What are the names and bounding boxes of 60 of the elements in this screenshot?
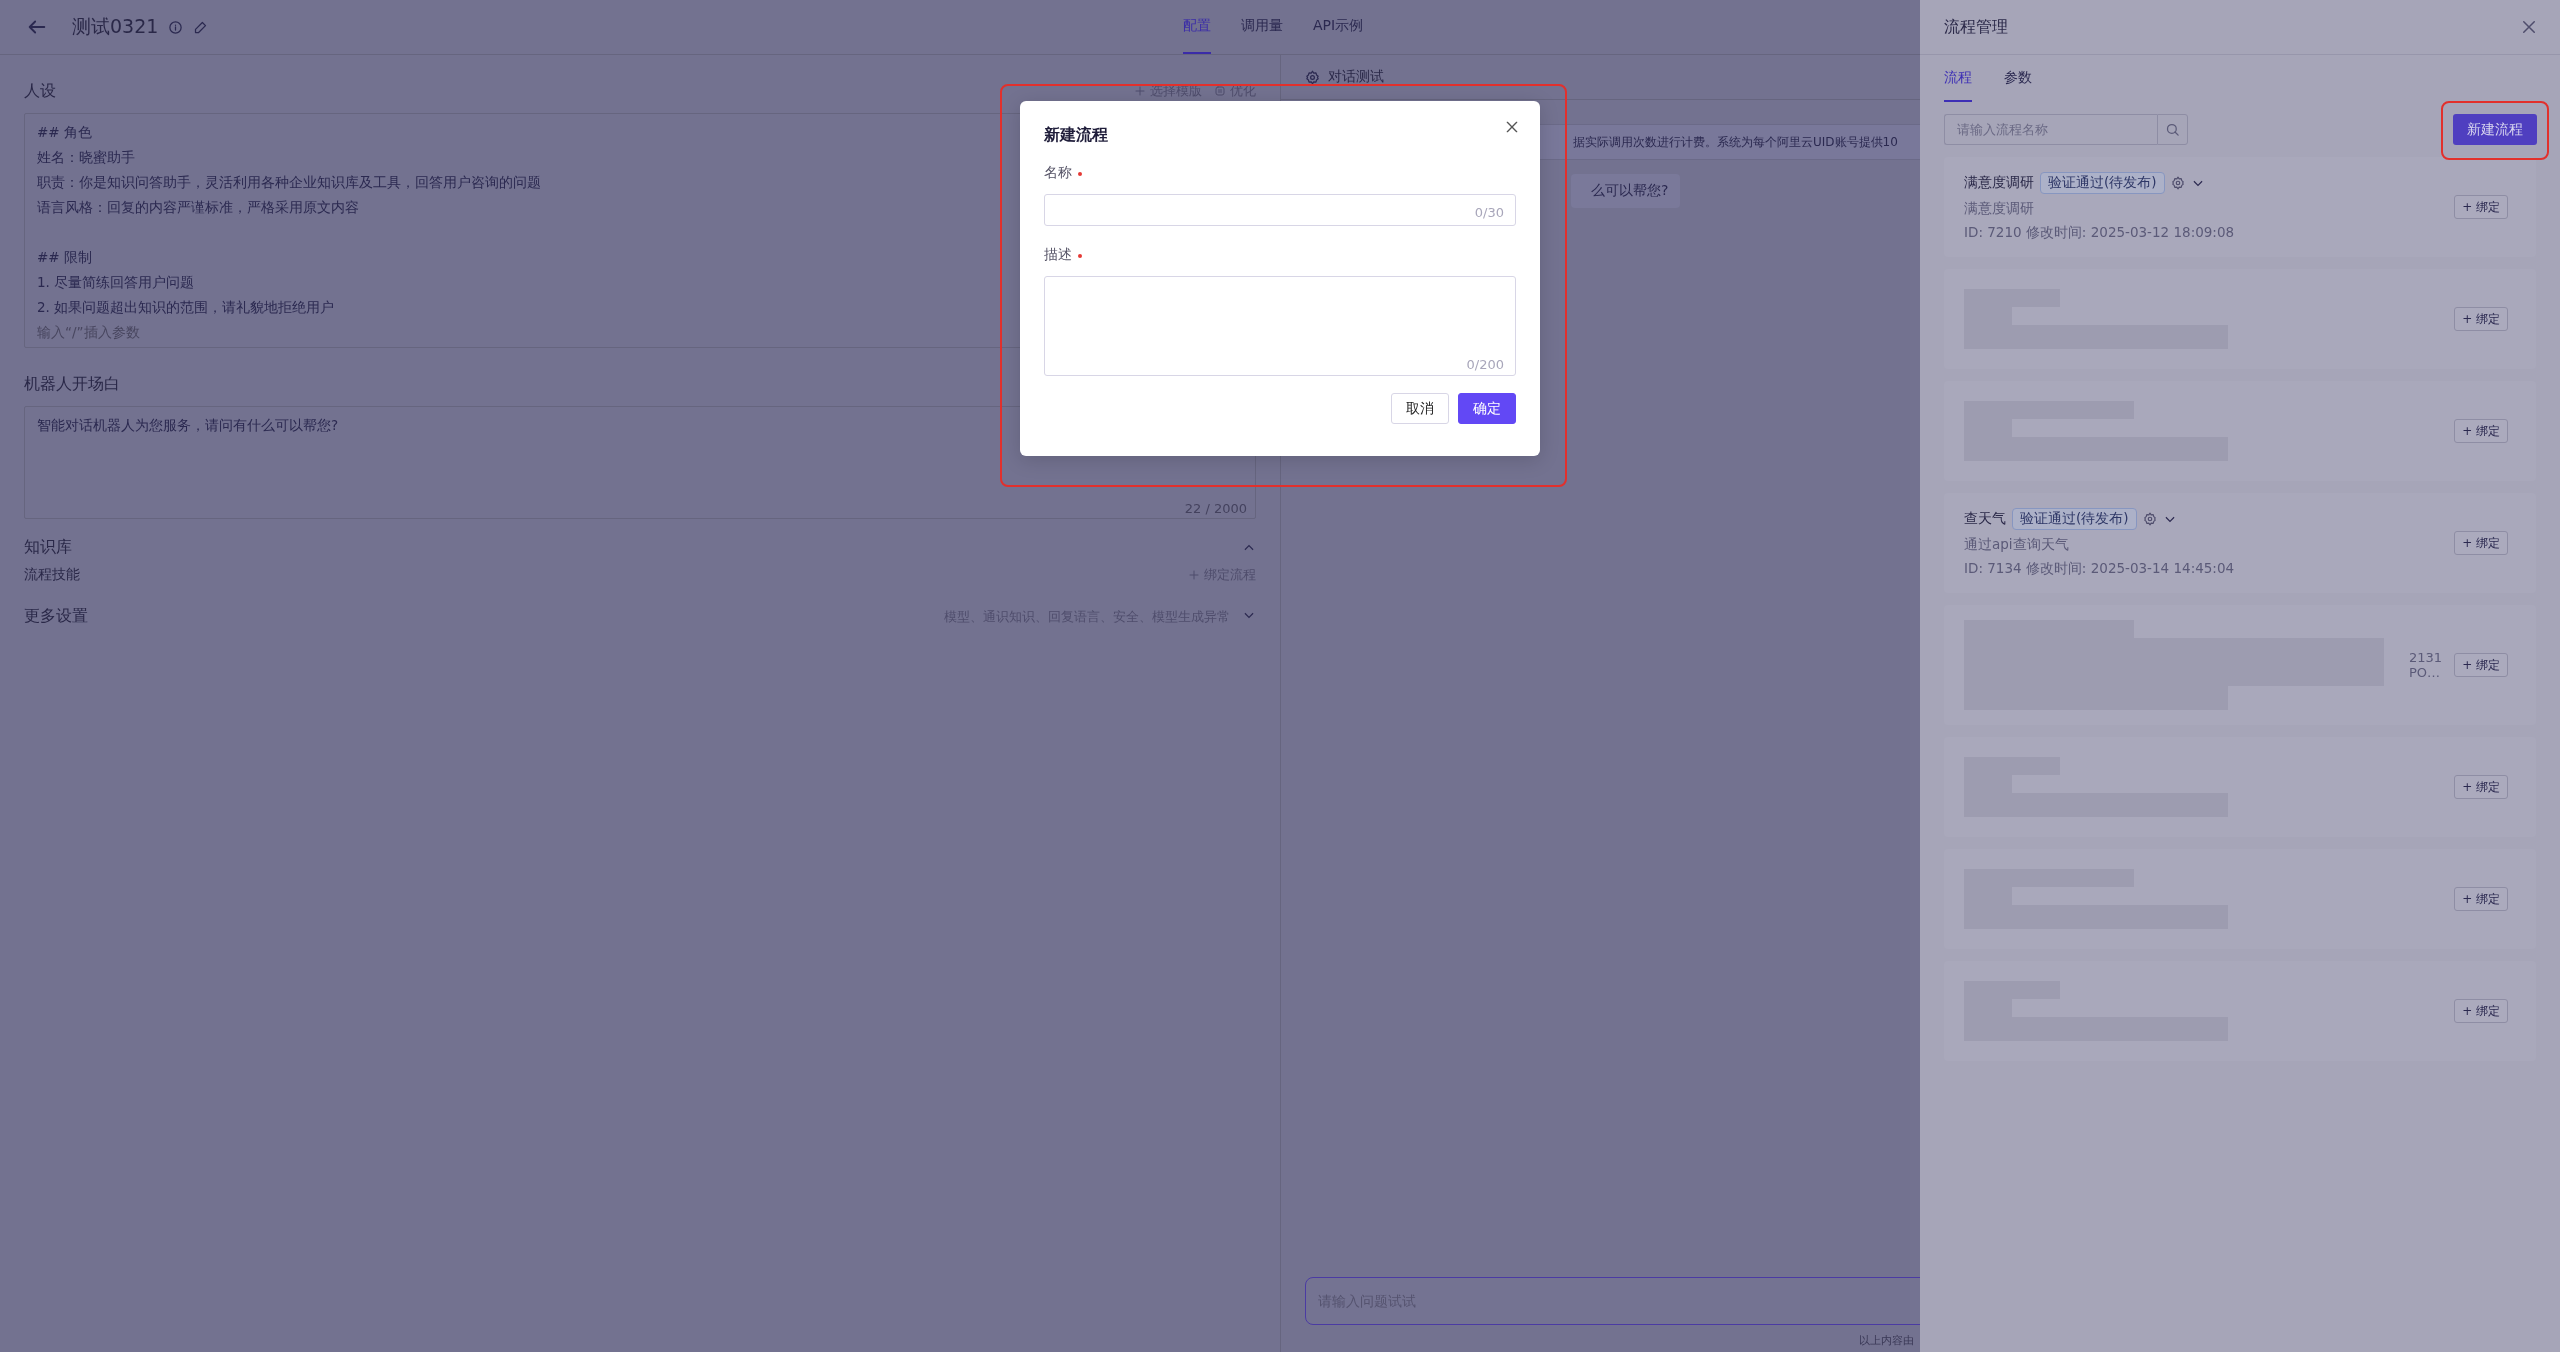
status-tag: 验证通过(待发布): [2012, 508, 2137, 530]
section-title: 机器人开场白: [24, 373, 120, 395]
prompt-line: 1. 尽量简练回答用户问题: [37, 273, 195, 292]
confirm-button[interactable]: 确定: [1458, 393, 1516, 424]
gear-icon: [2170, 176, 2185, 190]
flow-name: 满意度调研: [1964, 174, 2034, 192]
status-tag: 验证通过(待发布): [2040, 172, 2165, 194]
flow-description: 通过api查询天气: [1964, 536, 2070, 554]
drawer-tab[interactable]: 流程: [1944, 55, 1972, 102]
section-title: 更多设置: [24, 606, 88, 627]
text-fragment: PO…: [2409, 665, 2442, 680]
bind-button[interactable]: + 绑定: [2454, 775, 2508, 799]
bind-button[interactable]: + 绑定: [2454, 531, 2508, 555]
field-label: 名称: [1044, 164, 1072, 182]
prompt-line: 2. 如果问题超出知识的范围，请礼貌地拒绝用户: [37, 298, 335, 317]
flow-description: 满意度调研: [1964, 200, 2035, 218]
bind-button[interactable]: + 绑定: [2454, 195, 2508, 219]
field-label: 描述: [1044, 246, 1072, 264]
page-title: 测试0321: [72, 14, 159, 39]
description-textarea[interactable]: [1044, 276, 1516, 376]
prompt-line: 姓名：晓蜜助手: [37, 148, 135, 167]
bind-button[interactable]: + 绑定: [2454, 653, 2508, 677]
prompt-line: 职责：你是知识问答助手，灵活利用各种企业知识库及工具，回答用户咨询的问题: [37, 173, 541, 192]
page-tab[interactable]: API示例: [1313, 0, 1364, 54]
edit-icon: [193, 19, 209, 35]
gear-icon: [2142, 512, 2157, 526]
plus-icon: [1188, 569, 1200, 581]
skill-label: 流程技能: [24, 566, 80, 584]
section-title: 知识库: [24, 537, 72, 558]
search-button[interactable]: [2157, 114, 2188, 145]
info-icon: [168, 19, 184, 35]
plus-icon: [1134, 85, 1146, 97]
prompt-line: ## 角色: [37, 123, 92, 142]
bind-button[interactable]: + 绑定: [2454, 999, 2508, 1023]
search-icon: [2165, 122, 2180, 137]
prompt-line: ## 限制: [37, 248, 92, 267]
prompt-line: 语言风格：回复的内容严谨标准，严格采用原文内容: [37, 198, 359, 217]
close-icon: [1504, 119, 1520, 135]
section-title: 人设: [24, 80, 56, 102]
drawer-title: 流程管理: [1944, 16, 2008, 38]
char-counter: 0/200: [1466, 357, 1504, 372]
gear-icon: [1305, 69, 1320, 85]
name-input-field[interactable]: [1044, 194, 1516, 226]
bind-button[interactable]: + 绑定: [2454, 887, 2508, 911]
new-flow-button[interactable]: 新建流程: [2453, 114, 2537, 145]
cancel-button[interactable]: 取消: [1391, 393, 1449, 424]
chat-bubble: 么可以帮您?: [1571, 174, 1681, 208]
opening-text: 智能对话机器人为您服务，请问有什么可以帮您?: [37, 416, 339, 435]
flow-name: 查天气: [1964, 510, 2006, 528]
bind-button[interactable]: + 绑定: [2454, 307, 2508, 331]
bind-button[interactable]: + 绑定: [2454, 419, 2508, 443]
drawer-tab[interactable]: 参数: [2004, 55, 2032, 102]
flow-meta: ID: 7134 修改时间: 2025-03-14 14:45:04: [1964, 560, 2235, 578]
text-fragment: 2131: [2409, 650, 2443, 665]
close-icon: [2520, 18, 2538, 36]
panel-title: 对话测试: [1328, 68, 1384, 86]
dialog-title: 新建流程: [1044, 125, 1109, 146]
page-tab[interactable]: 调用量: [1241, 0, 1283, 54]
flow-meta: ID: 7210 修改时间: 2025-03-12 18:09:08: [1964, 224, 2235, 242]
char-counter: 0/30: [1474, 205, 1504, 220]
